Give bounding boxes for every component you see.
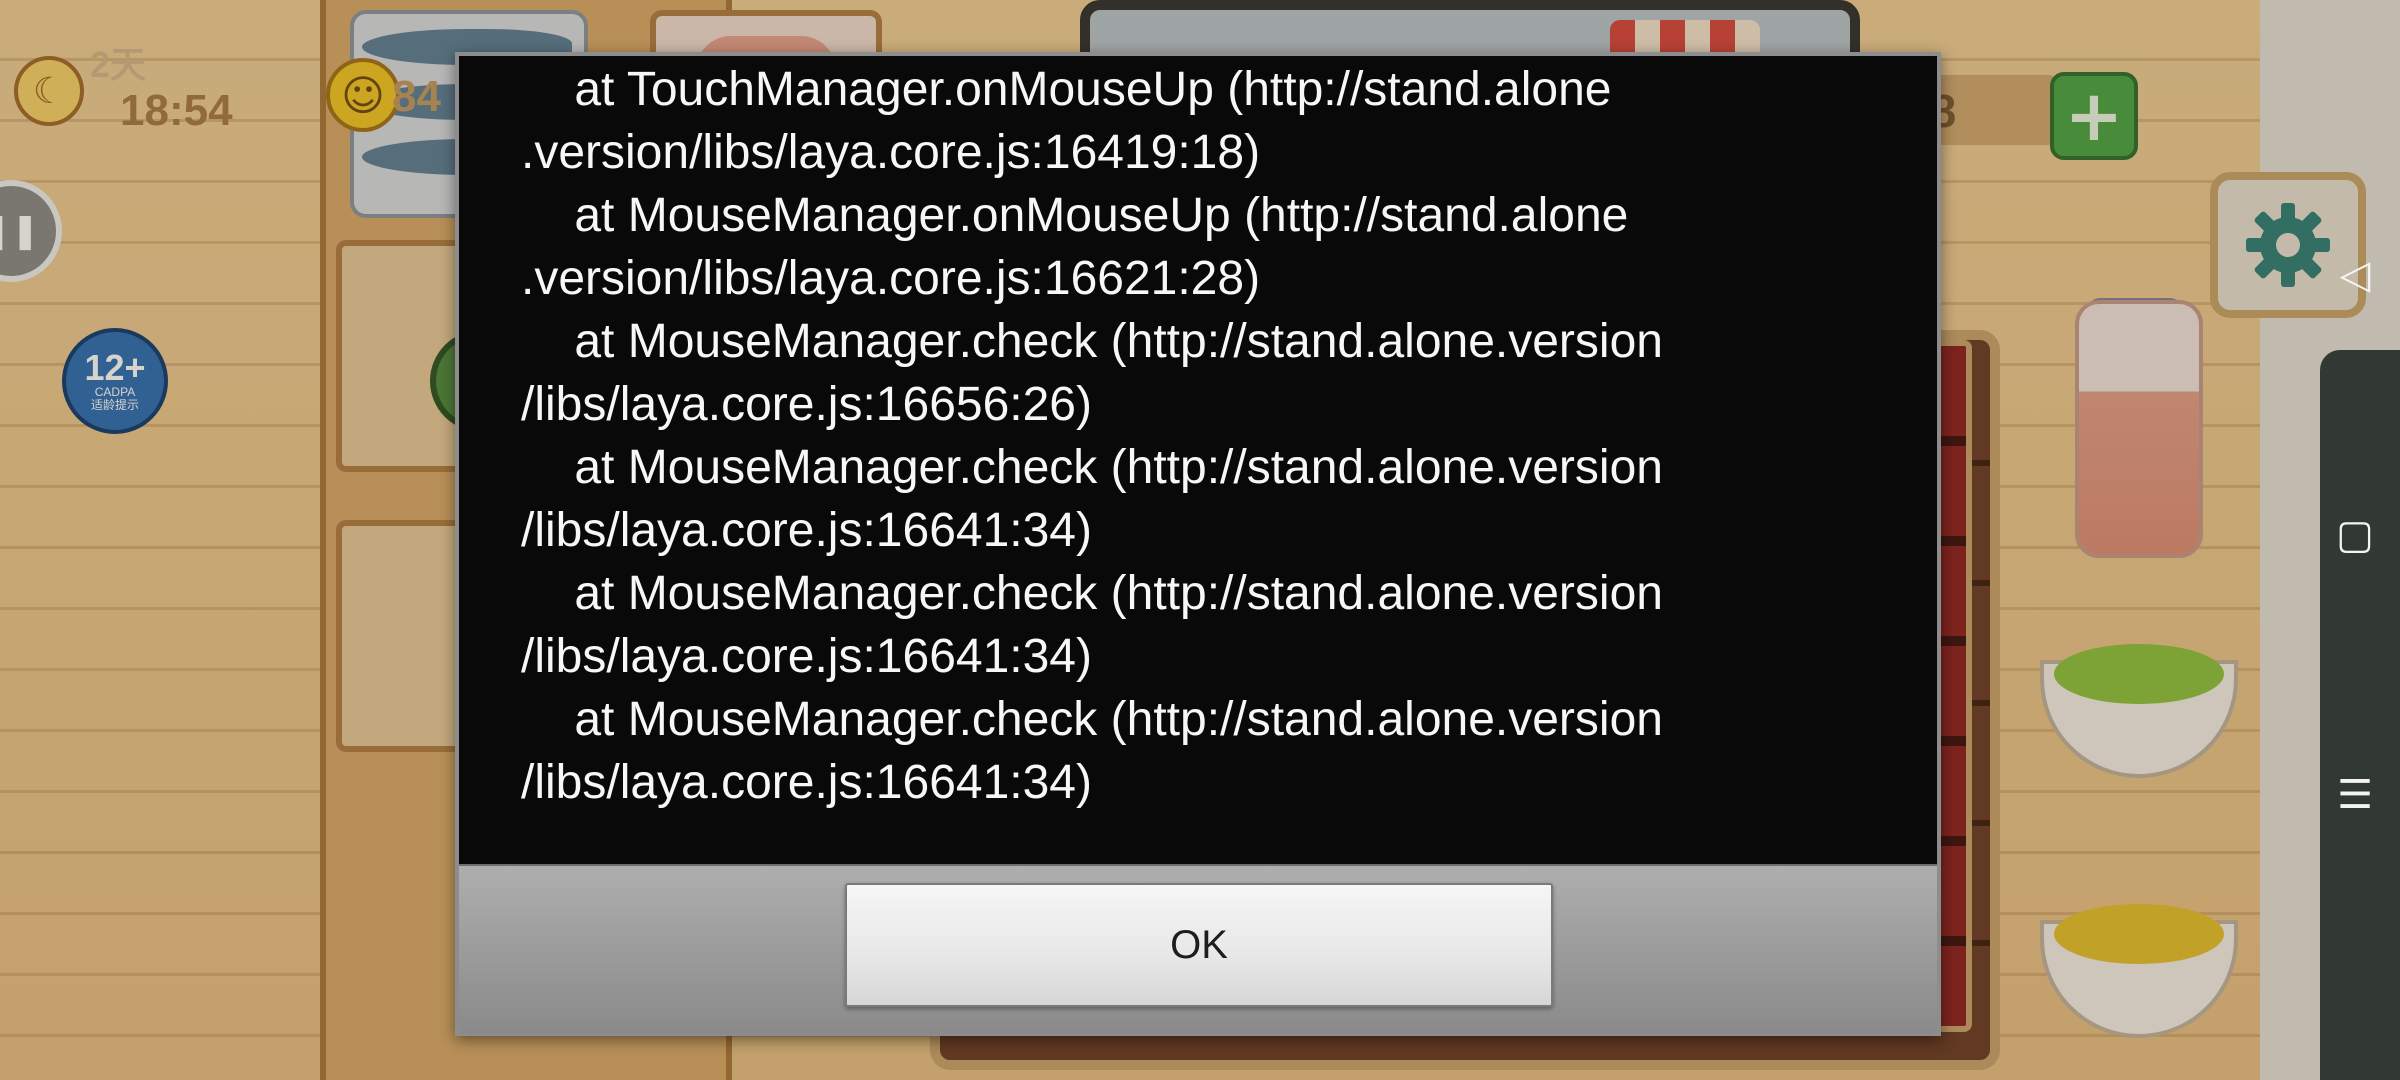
back-icon[interactable]: ◁: [2310, 252, 2400, 298]
trace-line: /libs/laya.core.js:16641:34): [521, 756, 1092, 809]
system-navigation-bar: ◁ ▢ ☰: [2310, 0, 2400, 1080]
trace-line: at TouchManager.onMouseUp (http://stand.…: [521, 63, 1612, 116]
trace-line: at MouseManager.check (http://stand.alon…: [521, 315, 1663, 368]
trace-line: .version/libs/laya.core.js:16419:18): [521, 126, 1261, 179]
error-dialog: at TouchManager.onMouseUp (http://stand.…: [455, 52, 1941, 1036]
dialog-footer: OK: [459, 864, 1937, 1034]
trace-line: /libs/laya.core.js:16641:34): [521, 630, 1092, 683]
trace-line: at MouseManager.check (http://stand.alon…: [521, 567, 1663, 620]
trace-line: at MouseManager.check (http://stand.alon…: [521, 441, 1663, 494]
ok-button[interactable]: OK: [845, 883, 1553, 1007]
trace-line: .version/libs/laya.core.js:16621:28): [521, 252, 1261, 305]
recents-icon[interactable]: ☰: [2310, 772, 2400, 818]
trace-line: /libs/laya.core.js:16656:26): [521, 378, 1092, 431]
trace-line: at MouseManager.onMouseUp (http://stand.…: [521, 189, 1629, 242]
error-stack-trace: at TouchManager.onMouseUp (http://stand.…: [459, 56, 1937, 864]
trace-line: at MouseManager.check (http://stand.alon…: [521, 693, 1663, 746]
game-screen: ☾ 2天 18:54 ☺ 84 48 + ❚❚ 12+ CADPA 适龄提示: [0, 0, 2400, 1080]
home-icon[interactable]: ▢: [2310, 512, 2400, 558]
trace-line: /libs/laya.core.js:16641:34): [521, 504, 1092, 557]
